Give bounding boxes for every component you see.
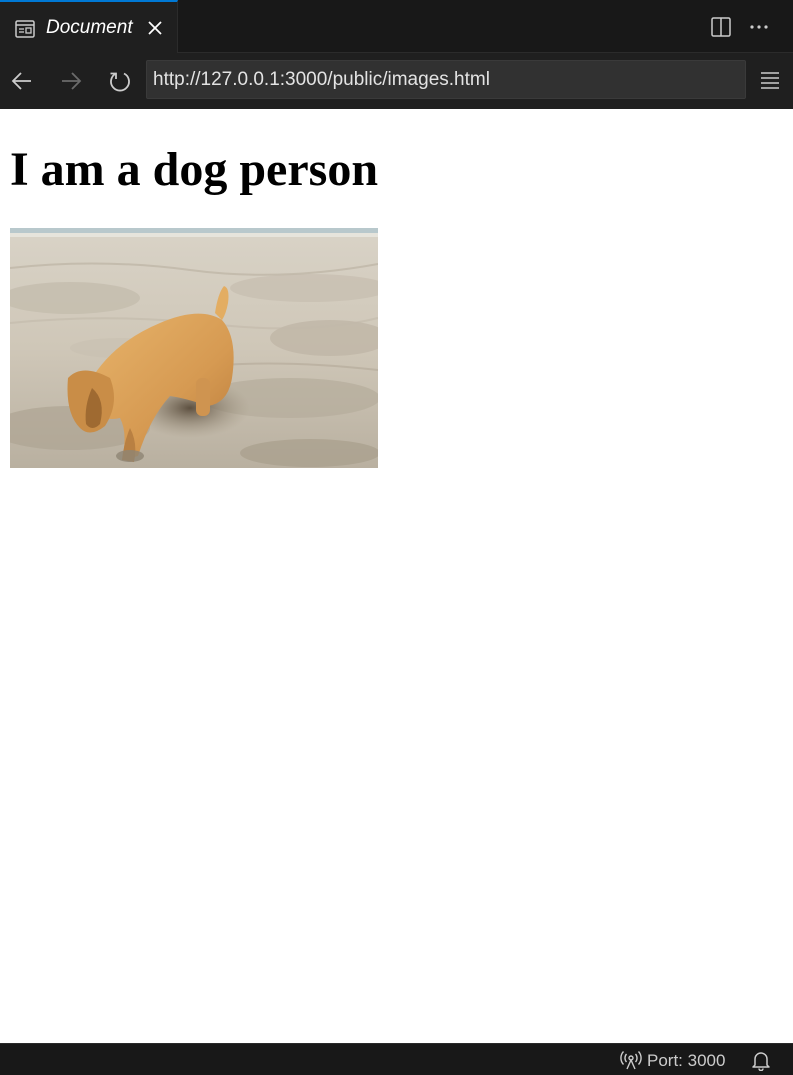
dog-photo (10, 228, 378, 468)
preview-icon (15, 20, 35, 38)
hamburger-menu-icon[interactable] (758, 68, 782, 92)
arrow-right-icon[interactable] (58, 68, 84, 94)
status-bar: Port: 3000 (0, 1043, 793, 1075)
tab-bar: Document (0, 0, 793, 53)
broadcast-icon (620, 1051, 642, 1070)
close-icon[interactable] (144, 17, 166, 39)
url-input[interactable]: http://127.0.0.1:3000/public/images.html (146, 60, 746, 99)
tab-document[interactable]: Document (0, 0, 178, 53)
port-label: Port: 3000 (647, 1051, 726, 1070)
arrow-left-icon[interactable] (9, 68, 35, 94)
url-text: http://127.0.0.1:3000/public/images.html (153, 69, 490, 90)
reload-icon[interactable] (107, 68, 133, 94)
page-viewport: I am a dog person (0, 109, 793, 1043)
tab-title: Document (46, 17, 133, 38)
split-editor-icon[interactable] (710, 16, 732, 38)
navigation-bar: http://127.0.0.1:3000/public/images.html (0, 53, 793, 109)
more-actions-icon[interactable] (748, 16, 770, 38)
page-heading: I am a dog person (10, 143, 379, 196)
bell-icon[interactable] (750, 1049, 772, 1071)
